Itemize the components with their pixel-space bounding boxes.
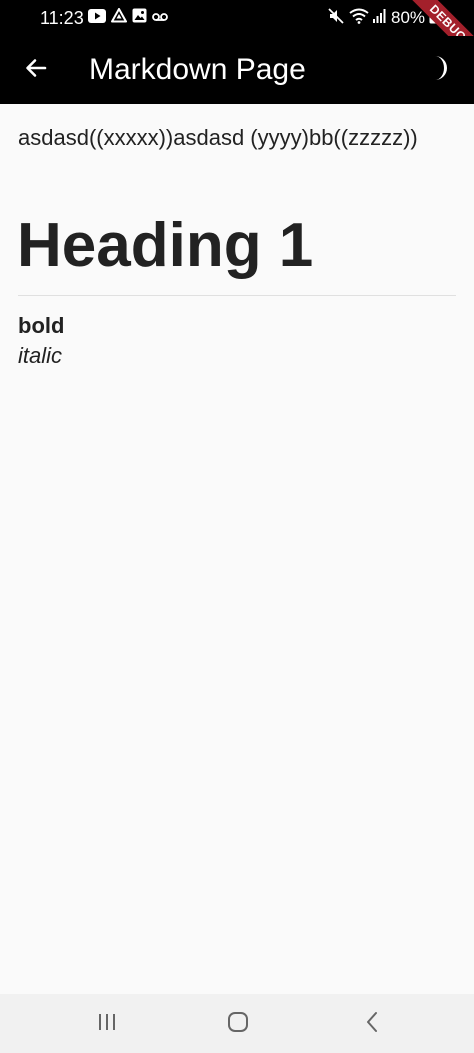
home-button[interactable] [216, 1002, 260, 1046]
recents-icon [96, 1012, 118, 1037]
italic-text: italic [18, 343, 63, 368]
app-bar: Markdown Page [0, 36, 474, 104]
paragraph-text: asdasd((xxxxx))asdasd (yyyy)bb((zzzzz)) [18, 125, 418, 150]
theme-toggle-button[interactable] [416, 48, 460, 92]
status-bar: 11:23 80% DEBUG [0, 0, 474, 36]
back-button[interactable] [14, 48, 58, 92]
signal-icon [373, 8, 387, 29]
recents-button[interactable] [85, 1002, 129, 1046]
voicemail-icon [152, 9, 168, 27]
heading-divider [18, 295, 456, 296]
status-right-icons: 80% [327, 7, 439, 30]
heading-1: Heading 1 [17, 211, 314, 280]
page-title: Markdown Page [89, 53, 306, 86]
drive-icon [111, 8, 127, 28]
system-nav-bar [0, 994, 474, 1053]
back-icon [364, 1011, 380, 1038]
status-time: 11:23 [40, 8, 84, 28]
nav-back-button[interactable] [350, 1002, 394, 1046]
wifi-icon [349, 8, 369, 29]
status-left-icons [88, 8, 168, 28]
bold-text: bold [18, 313, 65, 338]
battery-percent: 80% [391, 8, 426, 27]
markdown-content: asdasd((xxxxx))asdasd (yyyy)bb((zzzzz)) … [0, 104, 474, 994]
mute-icon [327, 7, 345, 30]
youtube-icon [88, 8, 106, 28]
moon-icon [427, 55, 449, 86]
arrow-back-icon [24, 56, 48, 85]
image-icon [132, 8, 147, 28]
home-icon [227, 1011, 249, 1038]
